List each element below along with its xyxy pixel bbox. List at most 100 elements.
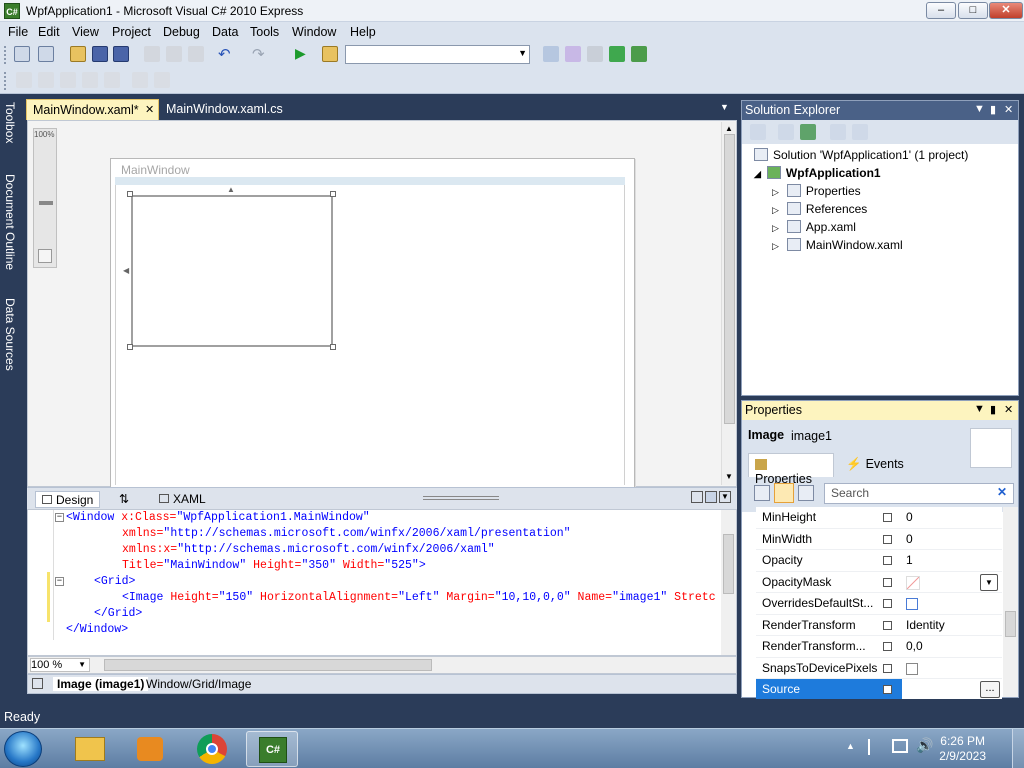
tab-events[interactable]: ⚡ Events — [840, 453, 910, 477]
close-icon[interactable]: ✕ — [145, 103, 154, 116]
property-marker-icon[interactable] — [883, 534, 892, 544]
add-item-icon[interactable] — [38, 46, 54, 62]
property-value[interactable]: 0 — [906, 532, 913, 546]
menu-edit[interactable]: Edit — [38, 25, 60, 39]
align-icon[interactable] — [60, 72, 76, 88]
tab-mainwindow-xaml[interactable]: MainWindow.xaml* ✕ — [26, 99, 159, 120]
property-marker-icon[interactable] — [883, 642, 892, 651]
properties-search-input[interactable]: Search ✕ — [824, 483, 1014, 504]
menu-tools[interactable]: Tools — [250, 25, 279, 39]
editor-zoom-select[interactable]: 100 % ▼ — [30, 658, 90, 672]
property-value[interactable]: 1 — [906, 553, 913, 567]
tree-item-app-xaml[interactable]: ▷ App.xaml — [772, 220, 856, 234]
new-project-icon[interactable] — [14, 46, 30, 62]
network-icon[interactable] — [892, 739, 908, 753]
taskbar-chrome[interactable] — [186, 731, 238, 767]
align-icon[interactable] — [104, 72, 120, 88]
pin-icon[interactable]: ▮ — [990, 403, 996, 416]
fit-to-window-icon[interactable] — [38, 249, 52, 263]
minimize-button[interactable]: – — [926, 2, 956, 19]
close-icon[interactable]: ✕ — [1004, 103, 1013, 116]
zoom-thumb[interactable] — [39, 201, 53, 205]
editor-vertical-scrollbar[interactable] — [721, 510, 736, 655]
collapse-arrow-icon[interactable]: ▷ — [772, 223, 779, 233]
menu-file[interactable]: File — [8, 25, 28, 39]
menu-view[interactable]: View — [72, 25, 99, 39]
property-marker-icon[interactable] — [883, 663, 892, 673]
resize-handle[interactable] — [330, 191, 336, 197]
menu-help[interactable]: Help — [350, 25, 376, 39]
tree-solution[interactable]: Solution 'WpfApplication1' (1 project) — [754, 148, 968, 162]
properties-icon[interactable] — [750, 124, 766, 140]
property-row[interactable]: OverridesDefaultSt... — [756, 593, 1002, 615]
show-all-files-icon[interactable] — [778, 124, 794, 140]
properties-window-icon[interactable] — [587, 46, 603, 62]
close-icon[interactable]: ✕ — [1004, 403, 1013, 416]
system-clock[interactable]: 6:26 PM 2/9/2023 — [939, 734, 986, 764]
splitter-handle[interactable] — [423, 496, 499, 500]
taskbar-visual-csharp[interactable]: C# — [246, 731, 298, 767]
collapse-arrow-icon[interactable]: ▷ — [772, 205, 779, 215]
copy-icon[interactable] — [166, 46, 182, 62]
document-outline-tab[interactable]: Document Outline — [3, 174, 17, 270]
image-control[interactable] — [131, 195, 333, 347]
maximize-button[interactable]: □ — [958, 2, 988, 19]
pin-icon[interactable]: ▮ — [990, 103, 996, 116]
editor-horizontal-scrollbar[interactable] — [27, 656, 737, 674]
resize-handle[interactable] — [330, 344, 336, 350]
paste-icon[interactable] — [188, 46, 204, 62]
find-icon[interactable] — [543, 46, 559, 62]
designer-vertical-scrollbar[interactable]: ▲ ▼ — [721, 122, 736, 485]
cut-icon[interactable] — [144, 46, 160, 62]
tree-item-references[interactable]: ▷ References — [772, 202, 867, 216]
close-button[interactable]: ✕ — [989, 2, 1023, 19]
categorized-icon[interactable] — [754, 485, 770, 501]
start-debugging-icon[interactable]: ▶ — [295, 45, 306, 62]
breadcrumb-element[interactable]: Image (image1) — [53, 677, 149, 691]
undo-icon[interactable]: ↶ — [218, 45, 231, 63]
redo-icon[interactable]: ↷ — [252, 45, 265, 63]
tab-design[interactable]: Design — [35, 491, 101, 508]
find-combo[interactable]: ▼ — [345, 45, 530, 64]
object-browser-icon[interactable] — [609, 46, 625, 62]
toolbox-icon[interactable] — [631, 46, 647, 62]
property-row[interactable]: OpacityMask ▼ — [756, 572, 1002, 593]
menu-window[interactable]: Window — [292, 25, 336, 39]
chevron-down-icon[interactable]: ▼ — [974, 403, 985, 415]
property-row[interactable]: SnapsToDevicePixels — [756, 658, 1002, 679]
horizontal-split-icon[interactable] — [705, 491, 717, 503]
property-row[interactable]: Opacity 1 — [756, 550, 1002, 572]
view-designer-icon[interactable] — [852, 124, 868, 140]
property-value[interactable]: 0,0 — [906, 639, 923, 653]
tree-project[interactable]: ◢ WpfApplication1 — [754, 166, 881, 180]
property-value[interactable]: Identity — [906, 618, 945, 632]
collapse-icon[interactable]: − — [55, 577, 64, 586]
browse-source-button[interactable]: ... — [980, 681, 1000, 698]
save-all-icon[interactable] — [113, 46, 129, 62]
solution-explorer-icon[interactable] — [565, 46, 581, 62]
collapse-arrow-icon[interactable]: ▷ — [772, 241, 779, 251]
toolbar-grip[interactable] — [4, 72, 7, 90]
refresh-icon[interactable] — [800, 124, 816, 140]
data-sources-tab[interactable]: Data Sources — [3, 298, 17, 371]
xaml-editor[interactable]: − − <Window x:Class="WpfApplication1.Mai… — [27, 509, 737, 656]
view-code-icon[interactable] — [830, 124, 846, 140]
property-row[interactable]: RenderTransform Identity — [756, 615, 1002, 636]
property-checkbox[interactable] — [906, 662, 918, 675]
collapse-arrow-icon[interactable]: ▷ — [772, 187, 779, 197]
menu-data[interactable]: Data — [212, 25, 238, 39]
chevron-down-icon[interactable]: ▼ — [518, 48, 527, 58]
tab-xaml[interactable]: XAML — [153, 491, 212, 508]
property-row[interactable]: MinHeight 0 — [756, 507, 1002, 529]
volume-icon[interactable]: 🔊 — [916, 737, 933, 754]
scroll-up-icon[interactable]: ▲ — [725, 124, 733, 133]
taskbar-media-player[interactable] — [124, 731, 176, 767]
chevron-down-icon[interactable]: ▼ — [720, 102, 729, 112]
property-checkbox[interactable] — [906, 598, 918, 610]
taskbar-explorer[interactable] — [64, 731, 116, 767]
scroll-thumb[interactable] — [724, 134, 735, 424]
collapse-pane-icon[interactable]: ▼ — [719, 491, 731, 503]
text-format-icon[interactable] — [82, 72, 98, 88]
resize-handle[interactable] — [127, 191, 133, 197]
chevron-down-icon[interactable]: ▼ — [980, 573, 998, 591]
